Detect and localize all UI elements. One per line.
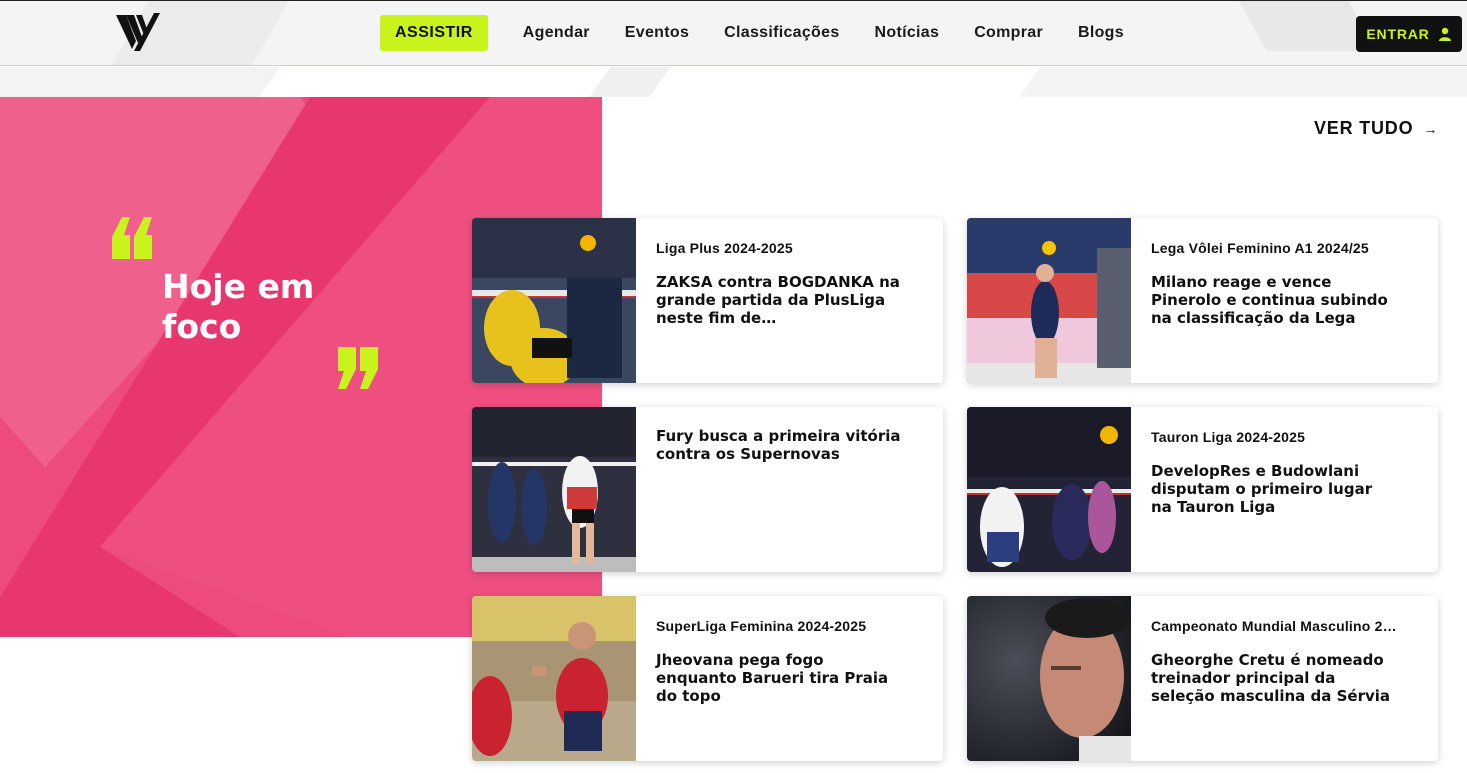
site-header: ASSISTIR Agendar Eventos Classificações … xyxy=(0,0,1467,66)
nav-item-shop[interactable]: Comprar xyxy=(974,24,1043,42)
header-strip xyxy=(0,67,1467,97)
card-category: Tauron Liga 2024-2025 xyxy=(1151,429,1306,445)
quote-mark-icon xyxy=(112,217,152,259)
nav-item-news[interactable]: Notícias xyxy=(875,24,940,42)
news-thumbnail xyxy=(472,218,636,383)
news-card[interactable]: Fury busca a primeira vitória contra os … xyxy=(472,407,943,572)
card-category: Lega Vôlei Feminino A1 2024/25 xyxy=(1151,240,1369,256)
card-category: Liga Plus 2024-2025 xyxy=(656,240,793,256)
card-category: Campeonato Mundial Masculino 2… xyxy=(1151,618,1397,634)
nav-item-blogs[interactable]: Blogs xyxy=(1078,24,1124,42)
nav-item-events[interactable]: Eventos xyxy=(625,24,689,42)
strip-decoration xyxy=(1019,67,1467,97)
card-title: DevelopRes e Budowlani disputam o primei… xyxy=(1151,462,1373,516)
news-card[interactable]: Lega Vôlei Feminino A1 2024/25 Milano re… xyxy=(967,218,1438,383)
news-card[interactable]: Liga Plus 2024-2025 ZAKSA contra BOGDANK… xyxy=(472,218,943,383)
nav-item-standings[interactable]: Classificações xyxy=(724,24,839,42)
quote-mark-icon xyxy=(338,347,378,389)
see-all-label: VER TUDO xyxy=(1314,118,1414,138)
strip-decoration xyxy=(0,67,280,97)
vnl-logo-icon[interactable] xyxy=(114,11,160,51)
card-title: Fury busca a primeira vitória contra os … xyxy=(656,427,901,463)
news-card[interactable]: SuperLiga Feminina 2024-2025 Jheovana pe… xyxy=(472,596,943,761)
news-thumbnail xyxy=(967,596,1131,761)
see-all-link[interactable]: VER TUDO → xyxy=(1314,118,1437,139)
news-card[interactable]: Campeonato Mundial Masculino 2… Gheorghe… xyxy=(967,596,1438,761)
nav-item-schedule[interactable]: Agendar xyxy=(523,24,590,42)
card-category: SuperLiga Feminina 2024-2025 xyxy=(656,618,867,634)
news-card[interactable]: Tauron Liga 2024-2025 DevelopRes e Budow… xyxy=(967,407,1438,572)
login-label: ENTRAR xyxy=(1366,26,1430,42)
news-thumbnail xyxy=(472,596,636,761)
feature-headline: Hoje em foco xyxy=(162,267,315,346)
card-title: Jheovana pega fogo enquanto Barueri tira… xyxy=(656,651,889,705)
strip-decoration xyxy=(589,67,671,97)
news-thumbnail xyxy=(472,407,636,572)
news-thumbnail xyxy=(967,218,1131,383)
card-title: ZAKSA contra BOGDANKA na grande partida … xyxy=(656,273,900,327)
login-button[interactable]: ENTRAR xyxy=(1356,16,1462,52)
card-title: Milano reage e vence Pinerolo e continua… xyxy=(1151,273,1388,327)
card-title: Gheorghe Cretu é nomeado treinador princ… xyxy=(1151,651,1391,705)
arrow-right-icon: → xyxy=(1423,120,1438,137)
news-thumbnail xyxy=(967,407,1131,572)
watch-button[interactable]: ASSISTIR xyxy=(380,15,488,51)
main-nav: ASSISTIR Agendar Eventos Classificações … xyxy=(380,15,1159,51)
user-icon xyxy=(1438,27,1451,41)
